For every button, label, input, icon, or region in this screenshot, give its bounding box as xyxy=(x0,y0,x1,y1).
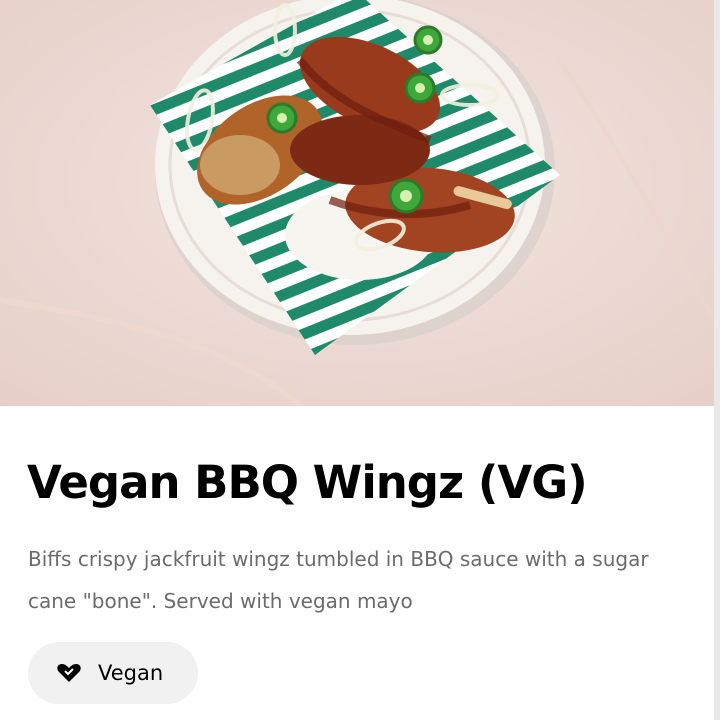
dietary-tag-vegan[interactable]: Vegan xyxy=(28,642,198,704)
scrollbar-track xyxy=(714,0,720,720)
dietary-tag-label: Vegan xyxy=(98,661,164,685)
item-title: Vegan BBQ Wingz (VG) xyxy=(27,456,588,509)
item-description: Biffs crispy jackfruit wingz tumbled in … xyxy=(28,547,649,613)
item-photo xyxy=(0,0,720,406)
heart-icon xyxy=(56,662,82,684)
